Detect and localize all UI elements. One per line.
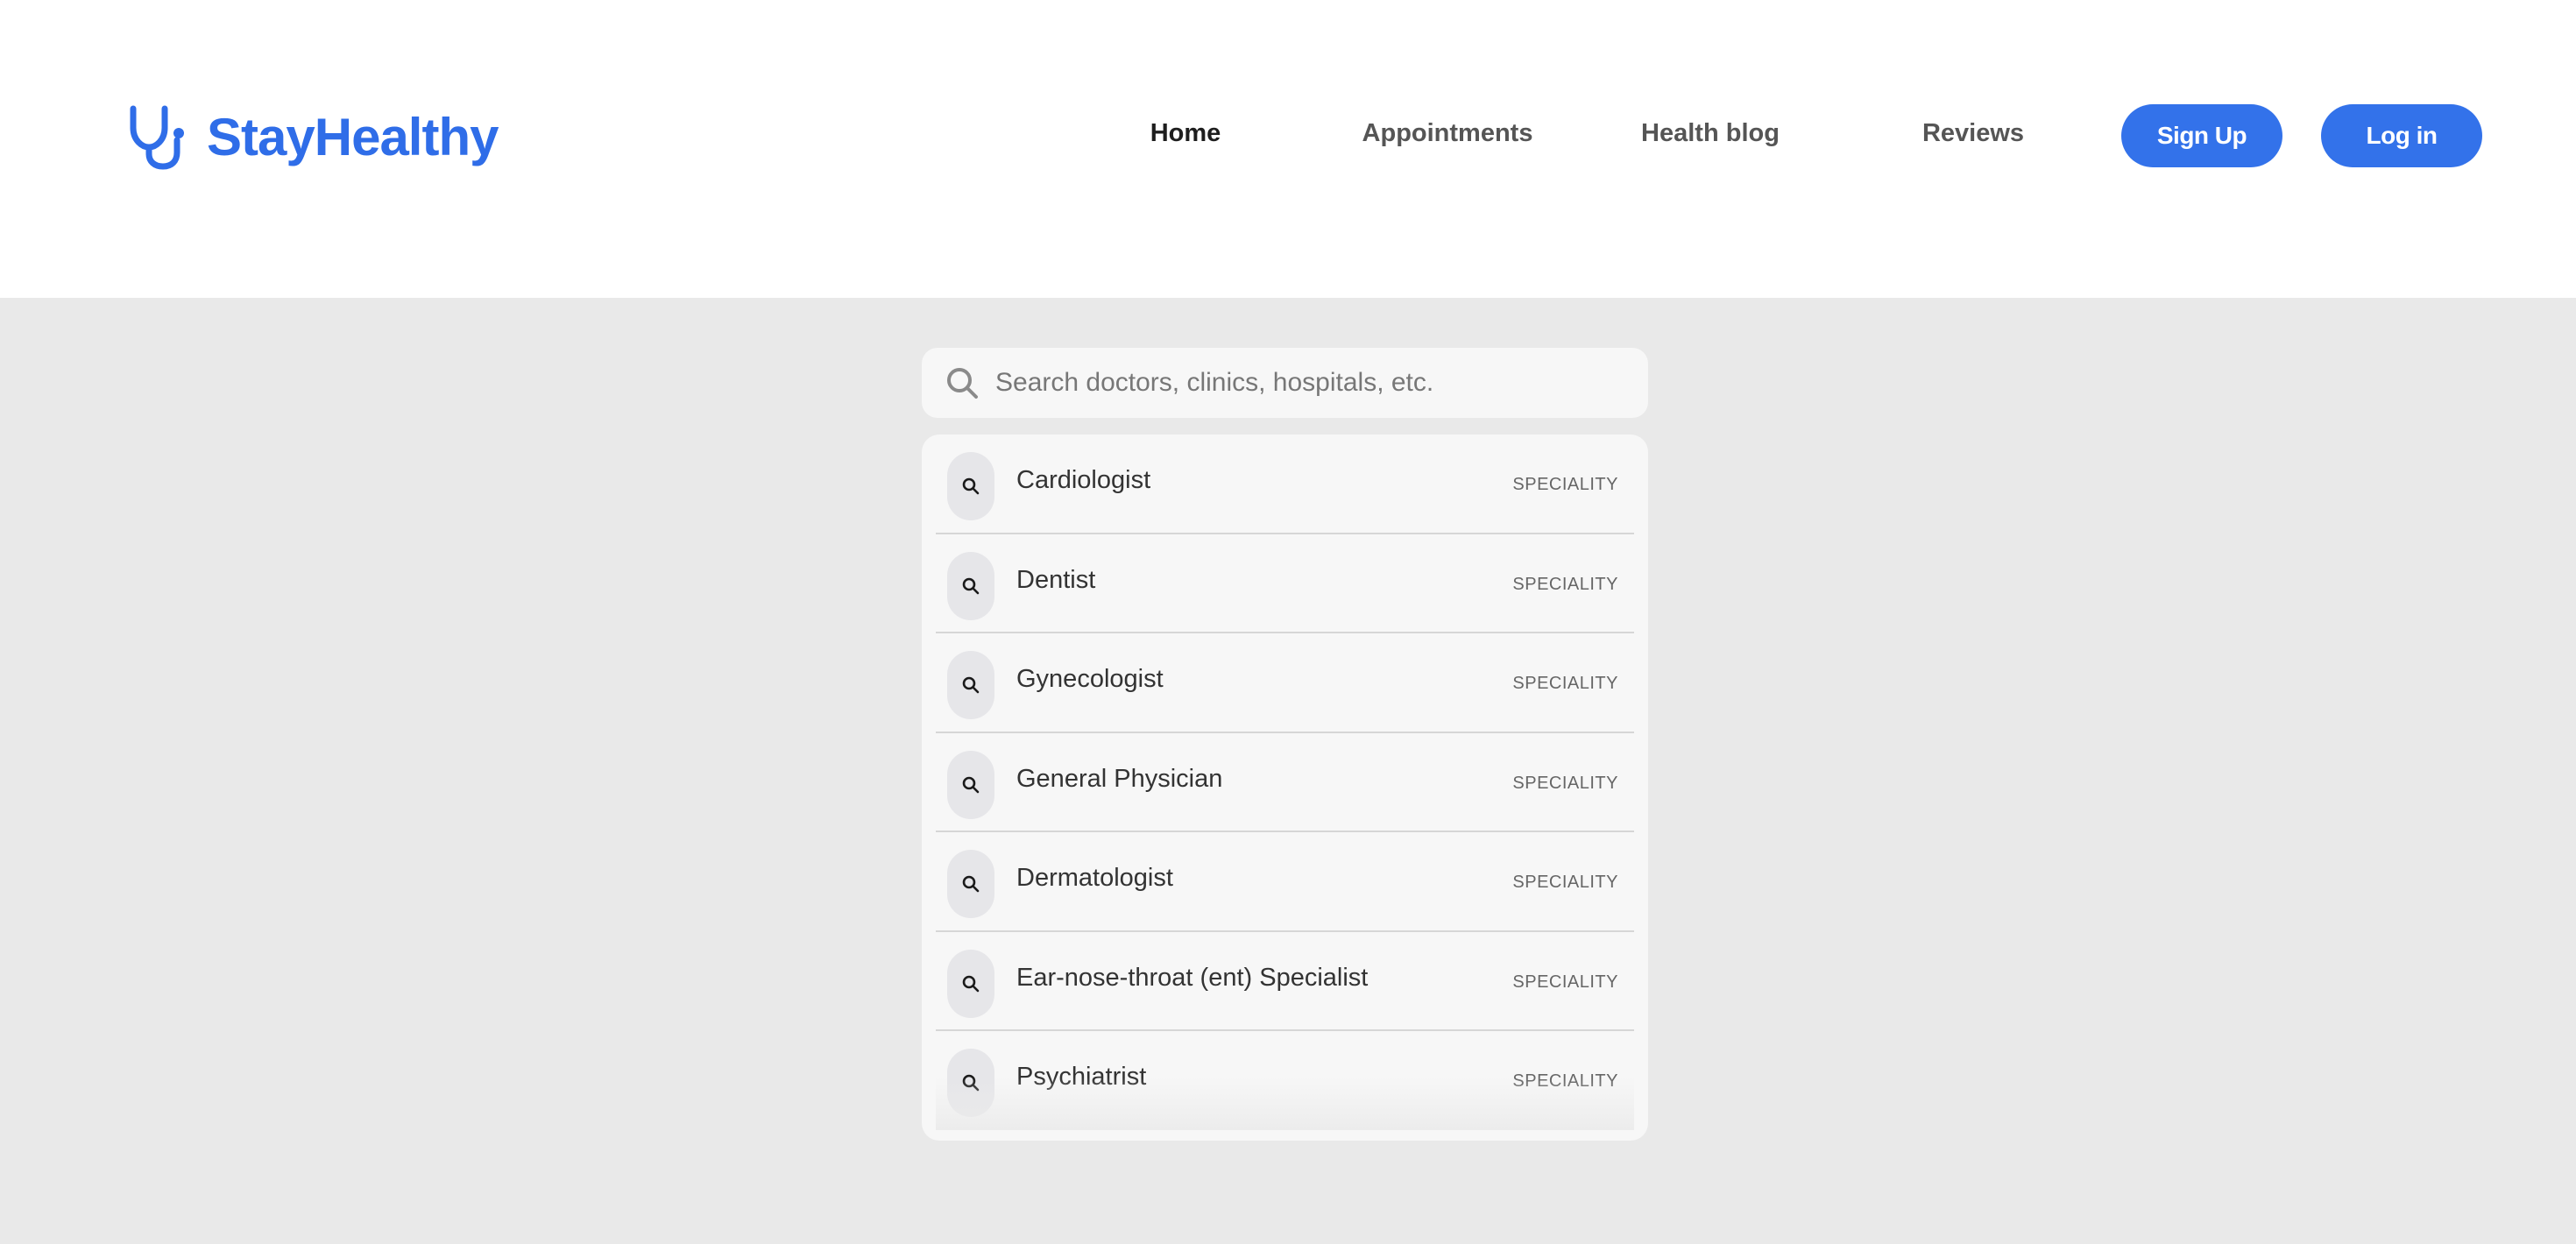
suggestion-icon-badge	[947, 750, 994, 819]
suggestion-type-tag: SPECIALITY	[1512, 475, 1618, 494]
suggestion-type-tag: SPECIALITY	[1512, 674, 1618, 693]
log-in-button[interactable]: Log in	[2321, 104, 2482, 167]
search-icon	[962, 1074, 980, 1092]
suggestion-label: Dermatologist	[1016, 864, 1173, 892]
search-icon	[962, 875, 980, 893]
suggestion-item[interactable]: General Physician SPECIALITY	[936, 733, 1634, 832]
brand-logo[interactable]: StayHealthy	[124, 102, 499, 172]
suggestion-type-tag: SPECIALITY	[1512, 1071, 1618, 1091]
search-icon	[962, 676, 980, 694]
suggestion-type-tag: SPECIALITY	[1512, 574, 1618, 594]
suggestions-list: Cardiologist SPECIALITY Dentist SPECIALI…	[936, 435, 1634, 1131]
suggestion-label: General Physician	[1016, 764, 1223, 793]
suggestion-icon-badge	[947, 452, 994, 520]
suggestion-item[interactable]: Ear-nose-throat (ent) Specialist SPECIAL…	[936, 932, 1634, 1031]
nav-home[interactable]: Home	[1139, 116, 1232, 151]
suggestion-label: Gynecologist	[1016, 665, 1164, 693]
brand-name: StayHealthy	[207, 107, 499, 166]
suggestion-label: Psychiatrist	[1016, 1063, 1147, 1091]
suggestion-type-tag: SPECIALITY	[1512, 972, 1618, 992]
sign-up-button[interactable]: Sign Up	[2121, 104, 2282, 167]
nav-reviews[interactable]: Reviews	[1921, 116, 2026, 151]
suggestion-icon-badge	[947, 551, 994, 620]
nav-appointments[interactable]: Appointments	[1360, 116, 1535, 151]
suggestion-item[interactable]: Psychiatrist SPECIALITY	[936, 1031, 1634, 1131]
suggestion-item[interactable]: Cardiologist SPECIALITY	[936, 435, 1634, 534]
suggestion-label: Dentist	[1016, 565, 1096, 594]
suggestion-label: Cardiologist	[1016, 466, 1151, 494]
suggestion-icon-badge	[947, 1049, 994, 1117]
search-input[interactable]	[995, 362, 1626, 404]
suggestion-type-tag: SPECIALITY	[1512, 773, 1618, 793]
suggestion-icon-badge	[947, 651, 994, 719]
site-header: StayHealthy Home Appointments Health blo…	[0, 0, 2576, 298]
search-icon	[945, 365, 980, 400]
search-suggestions-dropdown: Cardiologist SPECIALITY Dentist SPECIALI…	[922, 435, 1648, 1141]
search-icon	[962, 477, 980, 495]
suggestion-label: Ear-nose-throat (ent) Specialist	[1016, 963, 1369, 992]
suggestion-item[interactable]: Dermatologist SPECIALITY	[936, 832, 1634, 932]
search-icon	[962, 975, 980, 992]
suggestion-icon-badge	[947, 949, 994, 1018]
suggestion-type-tag: SPECIALITY	[1512, 873, 1618, 892]
search-icon	[962, 776, 980, 793]
suggestion-item[interactable]: Dentist SPECIALITY	[936, 534, 1634, 633]
search-icon	[962, 577, 980, 594]
suggestion-item[interactable]: Gynecologist SPECIALITY	[936, 633, 1634, 733]
stethoscope-icon	[124, 103, 191, 170]
nav-health-blog[interactable]: Health blog	[1640, 116, 1780, 151]
search-bar[interactable]	[922, 348, 1648, 418]
suggestion-icon-badge	[947, 850, 994, 918]
